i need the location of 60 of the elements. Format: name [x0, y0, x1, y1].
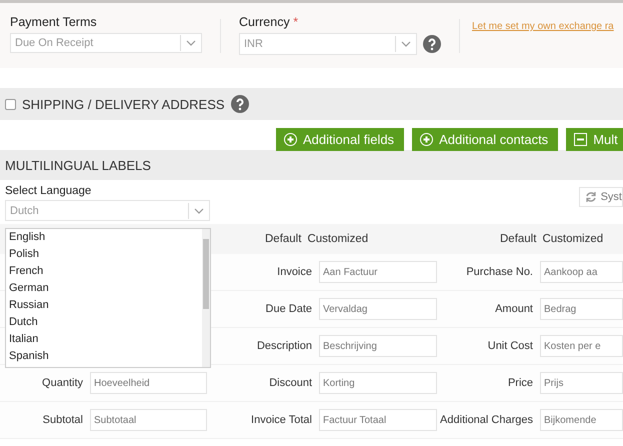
payment-terms-select[interactable]: Due On Receipt	[10, 33, 202, 53]
field-label: Invoice Total	[250, 414, 313, 426]
system-button[interactable]: Syst	[578, 187, 623, 207]
language-select[interactable]: Dutch	[5, 200, 210, 221]
plus-icon	[284, 133, 297, 146]
input-field[interactable]: Subtotaal	[90, 409, 207, 431]
minus-icon	[574, 133, 588, 146]
language-option[interactable]: German	[9, 280, 202, 297]
input-field[interactable]: Kosten per e	[540, 335, 623, 357]
chevron-down-icon	[186, 40, 196, 46]
field-label: Select Language	[5, 185, 92, 197]
input-field[interactable]: Aan Factuur	[319, 261, 437, 283]
field-label: Payment Terms	[10, 15, 98, 29]
help-icon[interactable]	[423, 35, 441, 53]
field-label: Purchase No.	[465, 266, 534, 278]
field-label: Unit Cost	[486, 340, 534, 352]
field-label: Currency *	[239, 15, 300, 29]
field-label: Subtotal	[42, 414, 84, 426]
input-field[interactable]: Factuur Totaal	[319, 409, 437, 431]
input-field[interactable]: Aankoop aa	[540, 261, 623, 283]
language-option[interactable]: English	[9, 229, 202, 246]
input-field[interactable]: Vervaldag	[319, 298, 437, 320]
column-header: Customized	[307, 233, 368, 245]
column-header: Default	[500, 233, 536, 245]
plus-icon	[420, 133, 434, 146]
section-title: MULTILINGUAL LABELS	[5, 158, 151, 172]
input-field[interactable]: Prijs	[540, 372, 623, 394]
refresh-icon	[584, 191, 597, 203]
action-button[interactable]: Additional fields	[276, 128, 404, 151]
language-option[interactable]: French	[9, 263, 202, 280]
field-label: Amount	[494, 303, 534, 315]
input-field[interactable]: Korting	[319, 372, 437, 394]
field-label: Discount	[268, 377, 313, 389]
field-label: Additional Charges	[439, 414, 534, 426]
field-label: Invoice	[276, 266, 313, 278]
language-option[interactable]: Russian	[9, 297, 202, 314]
exchange-rate-link[interactable]: Let me set my own exchange ra	[472, 21, 614, 32]
input-field[interactable]: Beschrijving	[319, 335, 437, 357]
language-option[interactable]: Spanish	[9, 348, 202, 365]
field-label: Due Date	[264, 303, 313, 315]
column-header: Default	[265, 233, 302, 245]
action-button[interactable]: Mult	[566, 128, 623, 151]
scrollbar[interactable]	[202, 229, 210, 367]
input-field[interactable]: Hoeveelheid	[90, 372, 207, 394]
input-field[interactable]: Bijkomende	[540, 409, 623, 431]
language-option[interactable]: Dutch	[9, 314, 202, 331]
field-label: Quantity	[41, 377, 84, 389]
field-label: Description	[256, 340, 313, 352]
language-option[interactable]: Italian	[9, 331, 202, 348]
chevron-down-icon	[194, 208, 204, 214]
currency-select[interactable]: INR	[239, 33, 417, 55]
help-icon[interactable]	[230, 95, 249, 113]
section-title: SHIPPING / DELIVERY ADDRESS	[22, 96, 225, 112]
chevron-down-icon	[401, 41, 411, 47]
action-button[interactable]: Additional contacts	[412, 128, 558, 151]
language-option[interactable]: Polish	[9, 246, 202, 263]
field-label: Price	[506, 377, 534, 389]
input-field[interactable]: Bedrag	[540, 298, 623, 320]
column-header: Customized	[542, 233, 604, 245]
checkbox[interactable]	[5, 98, 16, 110]
